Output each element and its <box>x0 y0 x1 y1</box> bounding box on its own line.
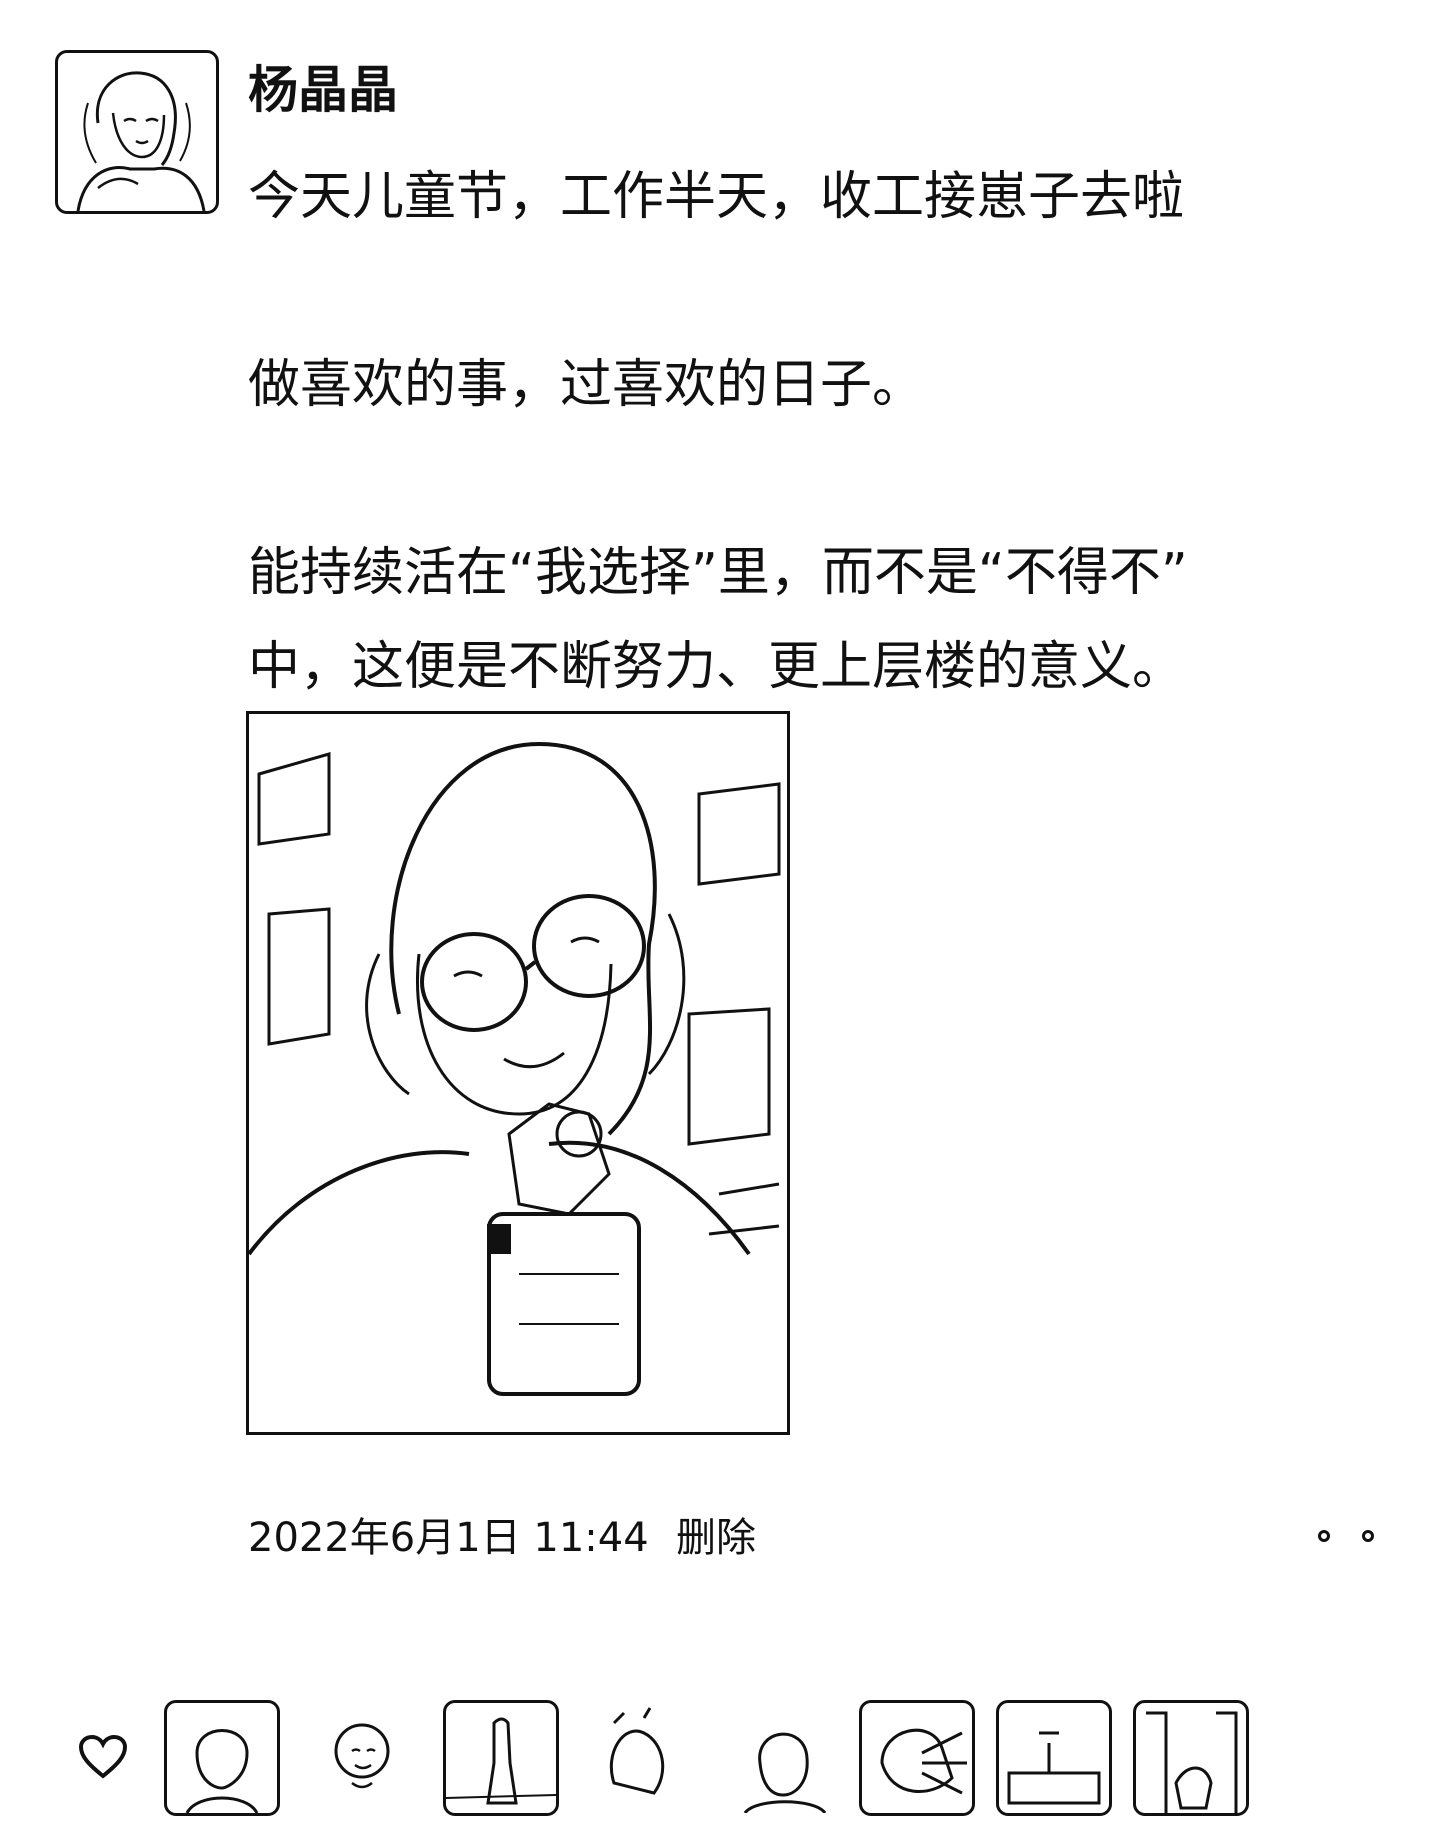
liker-avatar-7[interactable] <box>996 1700 1112 1816</box>
delete-button[interactable]: 删除 <box>676 1510 756 1566</box>
dot-icon <box>1318 1530 1330 1542</box>
liker-avatar-5[interactable] <box>722 1700 838 1816</box>
heart-icon[interactable] <box>78 1734 128 1780</box>
liker-avatar-2[interactable] <box>304 1700 420 1816</box>
author-name[interactable]: 杨晶晶 <box>248 58 398 122</box>
author-avatar[interactable] <box>55 50 219 214</box>
liker-avatar-8[interactable] <box>1133 1700 1249 1816</box>
more-options-button[interactable] <box>1318 1514 1374 1558</box>
post-body: 今天儿童节，工作半天，收工接崽子去啦 做喜欢的事，过喜欢的日子。 能持续活在“我… <box>248 150 1388 714</box>
liker-avatar-6[interactable] <box>859 1700 975 1816</box>
likes-bar <box>0 1690 1440 1830</box>
post-line: 能持续活在“我选择”里，而不是“不得不” <box>248 543 1188 603</box>
post-line: 中，这便是不断努力、更上层楼的意义。 <box>248 637 1185 697</box>
liker-avatar-1[interactable] <box>164 1700 280 1816</box>
post-photo[interactable] <box>246 711 790 1435</box>
post-line: 今天儿童节，工作半天，收工接崽子去啦 <box>248 167 1185 227</box>
liker-avatar-3[interactable] <box>443 1700 559 1816</box>
post-timestamp: 2022年6月1日 11:44 <box>248 1515 649 1561</box>
dot-icon <box>1362 1530 1374 1542</box>
liker-avatar-4[interactable] <box>581 1700 697 1816</box>
post-line: 做喜欢的事，过喜欢的日子。 <box>248 355 925 415</box>
